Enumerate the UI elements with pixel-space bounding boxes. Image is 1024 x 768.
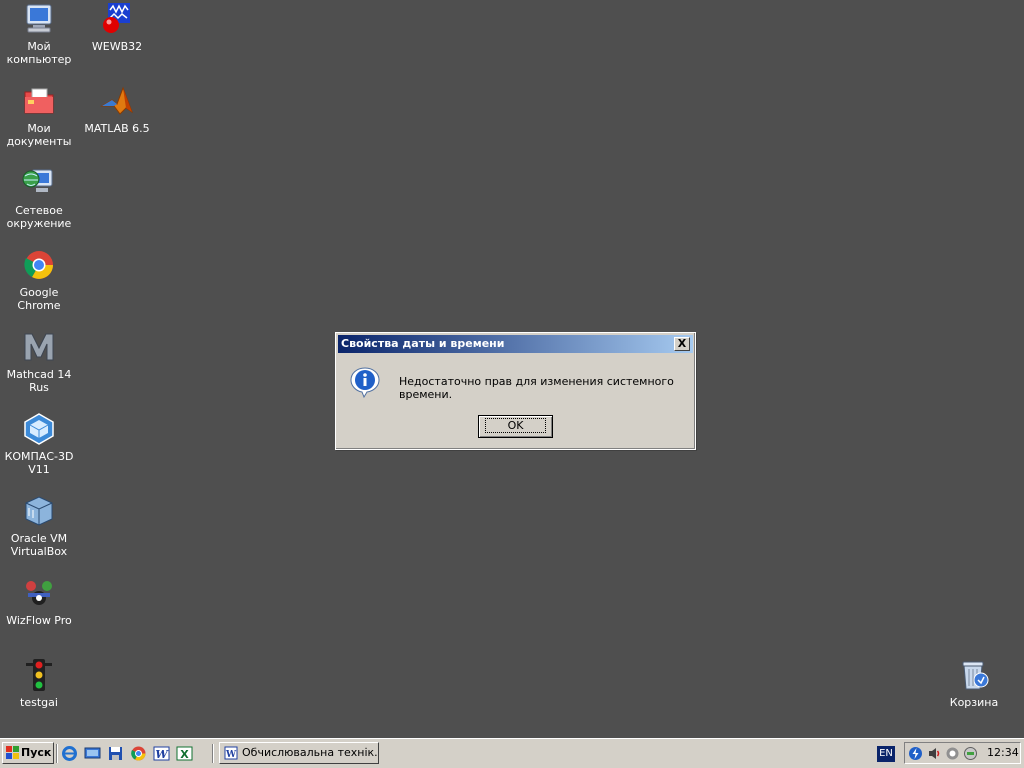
excel-icon[interactable]: X (176, 745, 193, 762)
ie-icon[interactable] (61, 745, 78, 762)
desktop-icon-label: WEWB32 (91, 40, 143, 53)
desktop-icon-matlab[interactable]: MATLAB 6.5 (79, 84, 155, 135)
ok-button-label: OK (484, 418, 547, 433)
desktop-icon-my-documents[interactable]: Мои документы (1, 84, 77, 148)
safely-remove-icon[interactable] (963, 746, 978, 761)
my-documents-icon (22, 84, 56, 118)
traffic-light-icon (22, 658, 56, 692)
taskbar-separator (212, 744, 214, 763)
taskbar-separator (56, 744, 58, 763)
desktop-icon-label: Корзина (949, 696, 999, 709)
dialog-close-button[interactable]: X (674, 337, 690, 351)
matlab-icon (100, 84, 134, 118)
start-label: Пуск (21, 746, 52, 759)
wizflow-icon (22, 576, 56, 610)
desktop-icon-label: КОМПАС-3D V11 (4, 450, 74, 476)
svg-text:W: W (155, 748, 169, 761)
show-desktop-icon[interactable] (84, 745, 101, 762)
system-tray: 12:34 (904, 742, 1021, 764)
taskbar-button-label: Обчислювальна технік... (242, 746, 379, 759)
ok-button[interactable]: OK (478, 415, 553, 438)
dialog-message: Недостаточно прав для изменения системно… (399, 375, 674, 401)
chrome-icon (22, 248, 56, 282)
desktop-icon-label: WizFlow Pro (6, 614, 72, 627)
mathcad-icon (22, 330, 56, 364)
desktop-icon-label: Сетевое окружение (6, 204, 72, 230)
desktop-icon-recycle-bin[interactable]: Корзина (936, 658, 1012, 709)
save-disk-icon[interactable] (107, 745, 124, 762)
desktop-icon-kompas[interactable]: КОМПАС-3D V11 (1, 412, 77, 476)
language-indicator[interactable]: EN (877, 746, 895, 762)
power-icon[interactable] (908, 746, 923, 761)
desktop-icon-label: Mathcad 14 Rus (6, 368, 72, 394)
desktop-icon-virtualbox[interactable]: Oracle VM VirtualBox (1, 494, 77, 558)
taskbar-word-document-button[interactable]: W Обчислювальна технік... (219, 742, 379, 764)
word-icon[interactable]: W (153, 745, 170, 762)
desktop-icon-testgai[interactable]: testgai (1, 658, 77, 709)
dialog-title: Свойства даты и времени (341, 337, 505, 350)
desktop-icon-label: testgai (20, 696, 58, 709)
my-computer-icon (22, 2, 56, 36)
windows-flag-icon (6, 746, 19, 759)
desktop-icon-wizflow[interactable]: WizFlow Pro (1, 576, 77, 627)
desktop-icon-label: Google Chrome (17, 286, 61, 312)
desktop-icon-mathcad[interactable]: Mathcad 14 Rus (1, 330, 77, 394)
chrome-quicklaunch-icon[interactable] (130, 745, 147, 762)
svg-text:W: W (225, 750, 237, 760)
desktop-icon-wewb32[interactable]: WEWB32 (79, 2, 155, 53)
desktop-icon-label: Мой компьютер (6, 40, 72, 66)
svg-text:X: X (180, 748, 189, 761)
recycle-bin-icon (957, 658, 991, 692)
desktop-icon-network[interactable]: Сетевое окружение (1, 166, 77, 230)
desktop-icon-label: Мои документы (6, 122, 72, 148)
wewb32-icon (100, 2, 134, 36)
info-icon (348, 365, 382, 399)
start-button[interactable]: Пуск (2, 742, 54, 764)
network-icon (22, 166, 56, 200)
dialog-titlebar[interactable]: Свойства даты и времени X (338, 335, 693, 353)
desktop-icon-chrome[interactable]: Google Chrome (1, 248, 77, 312)
clock[interactable]: 12:34 (987, 743, 1019, 763)
desktop-icon-label: MATLAB 6.5 (84, 122, 150, 135)
desktop-icon-my-computer[interactable]: Мой компьютер (1, 2, 77, 66)
kompas-icon (22, 412, 56, 446)
date-time-dialog: Свойства даты и времени X Недостаточно п… (335, 332, 696, 450)
word-document-icon: W (224, 746, 238, 760)
volume-icon[interactable] (927, 746, 942, 761)
network-tray-icon[interactable] (945, 746, 960, 761)
virtualbox-icon (22, 494, 56, 528)
desktop-icon-label: Oracle VM VirtualBox (10, 532, 68, 558)
taskbar: Пуск W X W Обчислювальна технік... EN 12… (0, 738, 1024, 768)
